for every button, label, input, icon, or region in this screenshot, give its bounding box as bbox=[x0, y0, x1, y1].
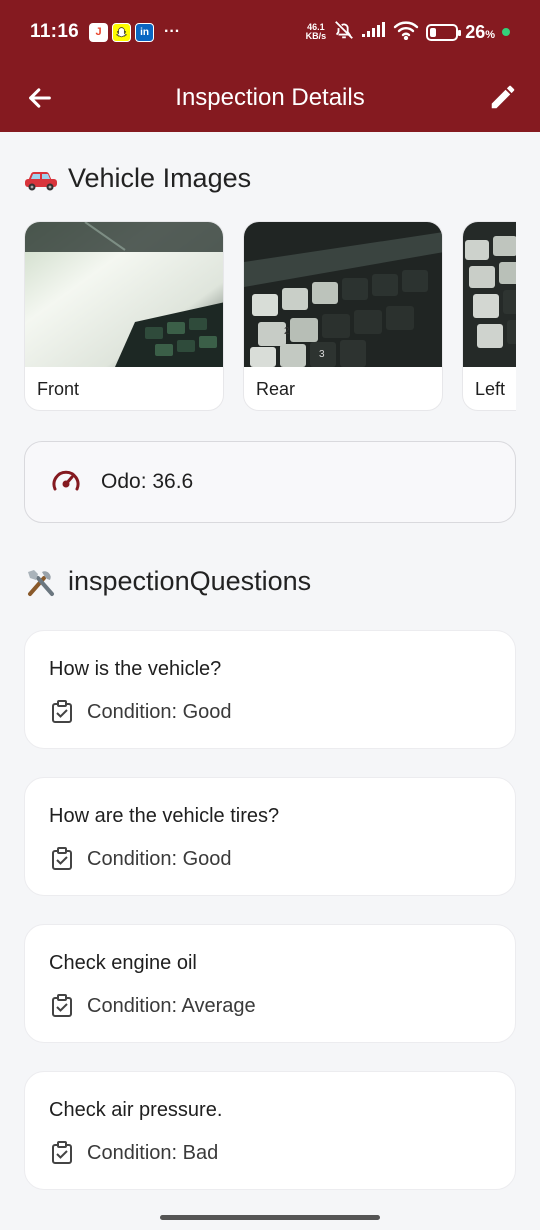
status-bar: 11:16 J in ··· 46.1 KB/s 26% bbox=[0, 0, 540, 64]
battery-level bbox=[430, 27, 437, 37]
odometer-value: Odo: 36.6 bbox=[101, 470, 194, 493]
page-title: Inspection Details bbox=[175, 84, 365, 111]
status-time: 11:16 bbox=[30, 21, 80, 42]
network-speed-unit: KB/s bbox=[305, 31, 327, 41]
vehicle-image-label: Rear bbox=[256, 379, 296, 399]
vehicle-image-card-front[interactable]: Front bbox=[24, 221, 224, 411]
condition-text: Condition: Good bbox=[87, 700, 232, 723]
condition-row: Condition: Good bbox=[51, 700, 232, 724]
network-speed: 46.1 KB/s bbox=[306, 23, 327, 41]
clipboard-check-icon bbox=[52, 1141, 72, 1164]
inspection-question-card: Check air pressure. Condition: Bad bbox=[24, 1071, 516, 1190]
wifi-icon bbox=[393, 20, 419, 45]
car-icon bbox=[24, 164, 58, 194]
inspection-questions-title: inspectionQuestions bbox=[68, 566, 312, 596]
clipboard-check-icon bbox=[52, 847, 72, 870]
charging-dot-icon bbox=[502, 28, 510, 36]
vehicle-image-card-left[interactable]: Left bbox=[462, 221, 516, 411]
condition-text: Condition: Good bbox=[87, 847, 232, 870]
question-text: Check air pressure. bbox=[49, 1099, 223, 1121]
inspection-question-card: How are the vehicle tires? Condition: Go… bbox=[24, 777, 516, 896]
speedometer-icon bbox=[51, 467, 81, 498]
bell-muted-icon bbox=[333, 19, 355, 46]
battery-percent-value: 26 bbox=[465, 21, 486, 42]
vehicle-images-carousel[interactable]: Front 3 2 Rear Left bbox=[24, 221, 516, 411]
vehicle-photo: 3 2 bbox=[244, 222, 442, 367]
vehicle-image-card-rear[interactable]: 3 2 Rear bbox=[243, 221, 443, 411]
condition-row: Condition: Bad bbox=[51, 1141, 218, 1165]
battery-percent: 26% bbox=[465, 21, 495, 42]
svg-text:2: 2 bbox=[284, 326, 290, 337]
condition-row: Condition: Good bbox=[51, 847, 232, 871]
edit-button[interactable] bbox=[484, 78, 522, 116]
clipboard-check-icon bbox=[52, 994, 72, 1017]
arrow-left-icon bbox=[29, 88, 51, 108]
linkedin-icon: in bbox=[135, 22, 155, 42]
clipboard-check-icon bbox=[52, 700, 72, 723]
question-text: Check engine oil bbox=[49, 952, 197, 974]
inspection-question-card: Check engine oil Condition: Average bbox=[24, 924, 516, 1043]
condition-text: Condition: Average bbox=[87, 994, 256, 1017]
odometer-card: Odo: 36.6 bbox=[24, 441, 516, 523]
tools-icon bbox=[24, 567, 58, 597]
vehicle-photo bbox=[25, 222, 223, 367]
home-indicator[interactable] bbox=[160, 1215, 380, 1220]
signal-icon bbox=[362, 21, 386, 43]
condition-row: Condition: Average bbox=[51, 994, 256, 1018]
inspection-questions-header: inspectionQuestions bbox=[24, 566, 311, 597]
vehicle-images-header: Vehicle Images bbox=[24, 163, 251, 194]
app-bar: Inspection Details bbox=[0, 64, 540, 132]
inspection-question-card: How is the vehicle? Condition: Good bbox=[24, 630, 516, 749]
condition-text: Condition: Bad bbox=[87, 1141, 219, 1164]
notification-app-icon: J bbox=[89, 22, 109, 42]
question-text: How is the vehicle? bbox=[49, 658, 222, 680]
question-text: How are the vehicle tires? bbox=[49, 805, 280, 827]
pencil-icon bbox=[491, 85, 515, 109]
more-notifications-icon: ··· bbox=[164, 23, 181, 40]
back-button[interactable] bbox=[22, 80, 58, 116]
status-right: 46.1 KB/s 26% bbox=[306, 19, 510, 46]
vehicle-photo bbox=[463, 222, 516, 367]
vehicle-image-label: Front bbox=[37, 379, 80, 399]
status-app-icons: J in ··· bbox=[89, 22, 181, 42]
snapchat-icon bbox=[112, 22, 132, 42]
vehicle-image-label: Left bbox=[475, 379, 506, 399]
svg-text:3: 3 bbox=[319, 349, 325, 360]
vehicle-images-title: Vehicle Images bbox=[68, 163, 252, 193]
battery-icon bbox=[426, 23, 462, 41]
